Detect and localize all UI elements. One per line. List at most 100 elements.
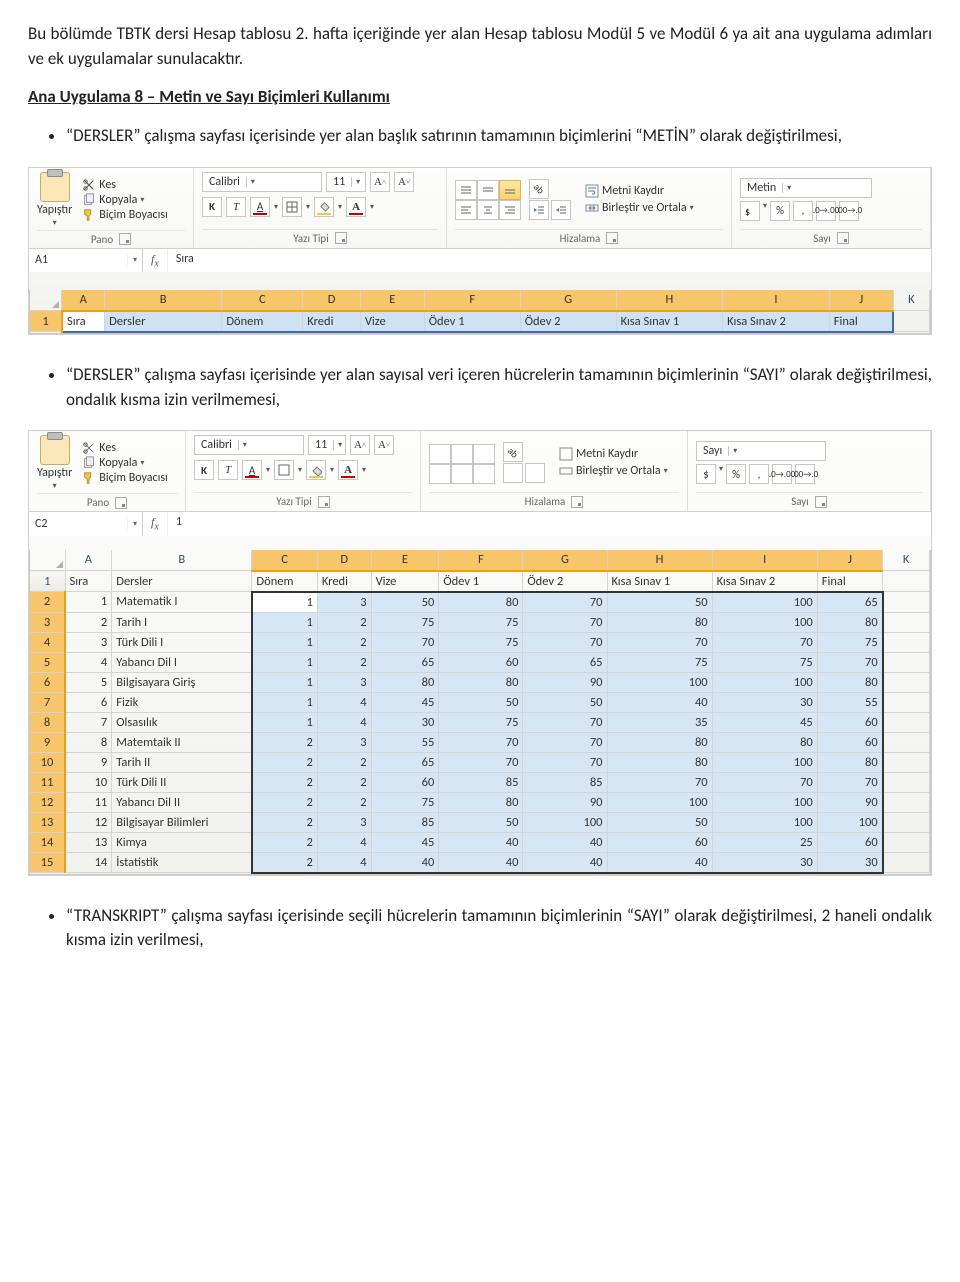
indent-increase-button[interactable] <box>551 200 571 220</box>
grow-font-button[interactable]: A˄ <box>350 435 370 455</box>
cut-button[interactable]: Kes <box>82 441 167 455</box>
scissors-icon <box>82 178 96 192</box>
font-combo[interactable]: Calibri▾ <box>194 435 304 455</box>
formula-input[interactable]: 1 <box>168 512 931 535</box>
table-row[interactable]: 21Matematik I135080705010065 <box>30 592 930 613</box>
name-box[interactable]: A1▾ <box>29 249 143 272</box>
align-launcher-icon[interactable] <box>571 496 583 508</box>
border-button[interactable] <box>282 197 302 217</box>
number-format-combo[interactable]: Sayı▾ <box>696 441 826 461</box>
font-launcher-icon[interactable] <box>335 232 347 244</box>
inc-decimal-button[interactable]: .0→.00 <box>772 464 792 484</box>
table-row[interactable]: 32Tarih I127575708010080 <box>30 612 930 632</box>
table-row[interactable]: 1413Kimya24454040602560 <box>30 832 930 852</box>
wrap-text-button[interactable]: Metni Kaydır <box>559 447 668 461</box>
group-font-label: Yazı Tipi <box>293 232 328 245</box>
comma-button[interactable]: , <box>749 464 769 484</box>
copy-button[interactable]: Kopyala▾ <box>82 456 167 470</box>
font-color-button[interactable]: A <box>338 460 358 480</box>
shrink-font-button[interactable]: A˅ <box>374 435 394 455</box>
table-row[interactable]: 1312Bilgisayar Bilimleri2385501005010010… <box>30 812 930 832</box>
wrap-text-button[interactable]: Metni Kaydır <box>585 184 694 198</box>
size-combo[interactable]: 11▾ <box>308 435 346 455</box>
italic-button[interactable]: T <box>218 460 238 480</box>
dec-decimal-button[interactable]: .00→.0 <box>795 464 815 484</box>
row-1[interactable]: 1 Sıra Dersler Dönem Kredi Vize Ödev 1 Ö… <box>30 311 930 332</box>
align-launcher-icon[interactable] <box>606 232 618 244</box>
copy-icon <box>82 456 96 470</box>
wrap-icon <box>559 447 573 461</box>
format-painter-button[interactable]: Biçim Boyacısı <box>82 208 167 222</box>
name-box[interactable]: C2▾ <box>29 512 143 535</box>
font-launcher-icon[interactable] <box>318 496 330 508</box>
worksheet-dersler[interactable]: ABCDEFGHIJK1SıraDerslerDönemKrediVizeÖde… <box>30 550 930 874</box>
indent-increase-button[interactable] <box>525 463 545 483</box>
number-launcher-icon[interactable] <box>837 232 849 244</box>
orientation-button[interactable]: ab <box>529 179 549 199</box>
dec-decimal-button[interactable]: .00→.0 <box>839 201 859 221</box>
table-row[interactable]: 109Tarih II226570708010080 <box>30 752 930 772</box>
orientation-button[interactable]: ab <box>503 442 523 462</box>
column-header-row[interactable]: A B C D E F G H I J K <box>30 290 930 311</box>
bold-button[interactable]: K <box>202 197 222 217</box>
number-launcher-icon[interactable] <box>815 496 827 508</box>
merge-center-button[interactable]: Birleştir ve Ortala▾ <box>585 201 694 215</box>
table-row[interactable]: 87Olsasılık14307570354560 <box>30 712 930 732</box>
number-format-combo[interactable]: Metin▾ <box>740 178 872 198</box>
cut-button[interactable]: Kes <box>82 178 167 192</box>
accounting-button[interactable]: $ <box>740 201 760 221</box>
table-row[interactable]: 1110Türk Dili II22608585707070 <box>30 772 930 792</box>
border-icon <box>278 464 290 476</box>
font-combo[interactable]: Calibri▾ <box>202 172 322 192</box>
copy-icon <box>82 193 96 207</box>
underline-button[interactable]: A <box>250 197 270 217</box>
table-row[interactable]: 98Matemtaik II23557070808060 <box>30 732 930 752</box>
alignment-grid[interactable] <box>429 444 493 482</box>
bullet-1: “DERSLER” çalışma sayfası içerisinde yer… <box>66 124 932 149</box>
inc-decimal-button[interactable]: .0→.00 <box>816 201 836 221</box>
fx-icon[interactable]: fx <box>143 249 168 272</box>
group-pano-label: Pano <box>87 496 109 509</box>
indent-decrease-button[interactable] <box>503 463 523 483</box>
fx-icon[interactable]: fx <box>143 512 168 535</box>
table-row[interactable]: 43Türk Dili I12707570707075 <box>30 632 930 652</box>
section-heading: Ana Uygulama 8 – Metin ve Sayı Biçimleri… <box>28 85 932 110</box>
format-painter-button[interactable]: Biçim Boyacısı <box>82 471 167 485</box>
pano-launcher-icon[interactable] <box>119 233 131 245</box>
size-combo[interactable]: 11▾ <box>326 172 366 192</box>
fill-color-button[interactable] <box>306 460 326 480</box>
paste-button[interactable]: Yapıştır▾ <box>37 172 76 228</box>
column-header-row[interactable]: ABCDEFGHIJK <box>30 550 930 571</box>
merge-center-button[interactable]: Birleştir ve Ortala▾ <box>559 464 668 478</box>
alignment-grid[interactable] <box>455 180 519 218</box>
excel-figure-1: Yapıştır▾ Kes Kopyala▾ Biç <box>28 167 932 335</box>
percent-button[interactable]: % <box>726 464 746 484</box>
table-row[interactable]: 76Fizik14455050403055 <box>30 692 930 712</box>
bullet-3: “TRANSKRIPT” çalışma sayfası içerisinde … <box>66 904 932 953</box>
table-row[interactable]: 65Bilgisayara Giriş1380809010010080 <box>30 672 930 692</box>
border-button[interactable] <box>274 460 294 480</box>
copy-button[interactable]: Kopyala▾ <box>82 193 167 207</box>
paste-button[interactable]: Yapıştır▾ <box>37 435 76 491</box>
table-row[interactable]: 1514İstatistik24404040403030 <box>30 852 930 873</box>
accounting-button[interactable]: $ <box>696 464 716 484</box>
italic-button[interactable]: T <box>226 197 246 217</box>
percent-button[interactable]: % <box>770 201 790 221</box>
excel-figure-2: Yapıştır▾ Kes Kopyala▾ Biçim Boyacısı Pa… <box>28 430 932 875</box>
comma-button[interactable]: , <box>793 201 813 221</box>
clipboard-icon <box>40 435 70 465</box>
underline-button[interactable]: A <box>242 460 262 480</box>
merge-icon <box>559 464 573 478</box>
font-color-button[interactable]: A <box>346 197 366 217</box>
table-row[interactable]: 1211Yabancı Dil II2275809010010090 <box>30 792 930 812</box>
fill-color-button[interactable] <box>314 197 334 217</box>
pano-launcher-icon[interactable] <box>115 497 127 509</box>
clipboard-icon <box>40 172 70 202</box>
indent-decrease-button[interactable] <box>529 200 549 220</box>
grow-font-button[interactable]: A˄ <box>370 172 390 192</box>
header-row[interactable]: 1SıraDerslerDönemKrediVizeÖdev 1Ödev 2Kı… <box>30 571 930 592</box>
shrink-font-button[interactable]: A˅ <box>394 172 414 192</box>
bold-button[interactable]: K <box>194 460 214 480</box>
table-row[interactable]: 54Yabancı Dil I12656065757570 <box>30 652 930 672</box>
formula-input[interactable]: Sıra <box>168 249 931 272</box>
